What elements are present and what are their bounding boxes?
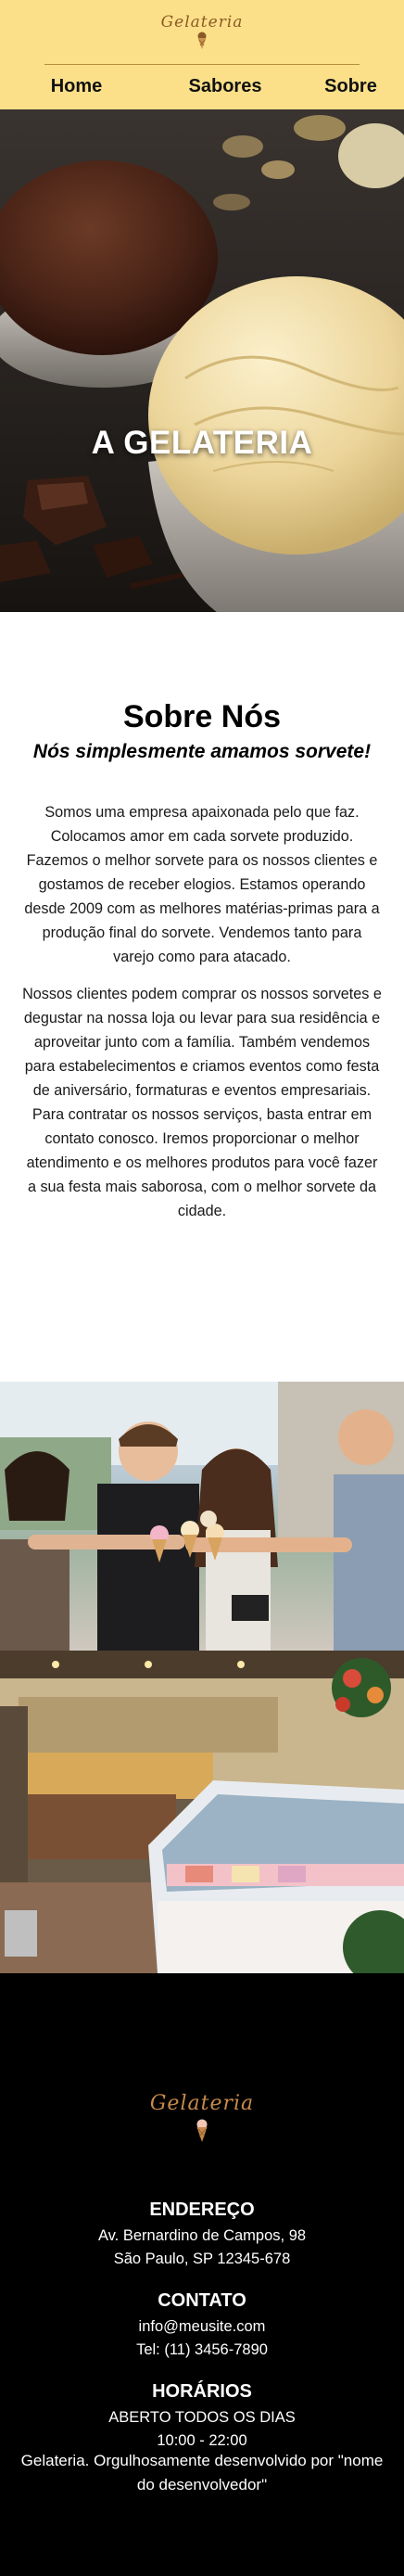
- main-nav: Home Sabores Sobre: [0, 76, 404, 97]
- friends-illustration: [0, 1382, 404, 1651]
- about-subtitle: Nós simplesmente amamos sorvete!: [32, 741, 372, 762]
- footer-address: ENDEREÇO Av. Bernardino de Campos, 98 Sã…: [0, 2200, 404, 2271]
- header-divider: [44, 64, 360, 65]
- logo-text: Gelateria: [160, 13, 244, 32]
- shop-illustration: [0, 1651, 404, 1973]
- about-title: Sobre Nós: [122, 699, 282, 734]
- address-line-2: São Paulo, SP 12345-678: [113, 2251, 291, 2267]
- nav-home[interactable]: Home: [0, 76, 153, 97]
- contact-title: CONTATO: [158, 2290, 246, 2311]
- about-paragraph-2: Nossos clientes podem comprar os nossos …: [22, 986, 382, 1219]
- about-section: Sobre Nós Nós simplesmente amamos sorvet…: [0, 612, 404, 1382]
- hero-ice-cream-image: [0, 109, 404, 612]
- site-logo[interactable]: Gelateria: [0, 13, 404, 50]
- footer-logo-text: Gelateria: [149, 2092, 255, 2115]
- address-title: ENDEREÇO: [149, 2200, 255, 2220]
- footer-contact: CONTATO info@meusite.com Tel: (11) 3456-…: [0, 2290, 404, 2362]
- hours-title: HORÁRIOS: [152, 2381, 252, 2402]
- contact-phone[interactable]: Tel: (11) 3456-7890: [0, 2339, 404, 2362]
- hours-line-1: ABERTO TODOS OS DIAS: [108, 2409, 296, 2426]
- contact-email[interactable]: info@meusite.com: [0, 2315, 404, 2339]
- site-header: Gelateria Home Sabores Sobre: [0, 0, 404, 109]
- nav-sabores[interactable]: Sabores: [153, 76, 297, 97]
- footer-logo[interactable]: Gelateria: [0, 2092, 404, 2143]
- page: Gelateria Home Sabores Sobre A GELATERIA…: [0, 0, 404, 2576]
- friends-photo: [0, 1382, 404, 1651]
- ice-cream-cone-icon: [197, 32, 207, 49]
- footer-credit: Gelateria. Orgulhosamente desenvolvido p…: [20, 2452, 384, 2493]
- address-line-1: Av. Bernardino de Campos, 98: [97, 2227, 307, 2244]
- ice-cream-cone-icon: [196, 2119, 208, 2142]
- hero-banner: A GELATERIA: [0, 109, 404, 612]
- footer-hours: HORÁRIOS ABERTO TODOS OS DIAS 10:00 - 22…: [0, 2381, 404, 2453]
- site-footer: Gelateria ENDEREÇO Av. Bernardino de Cam…: [0, 1973, 404, 2576]
- hero-title: A GELATERIA: [91, 425, 313, 461]
- nav-sobre[interactable]: Sobre: [297, 76, 404, 97]
- shop-interior-photo: [0, 1651, 404, 1973]
- about-paragraph-1: Somos uma empresa apaixonada pelo que fa…: [24, 804, 380, 965]
